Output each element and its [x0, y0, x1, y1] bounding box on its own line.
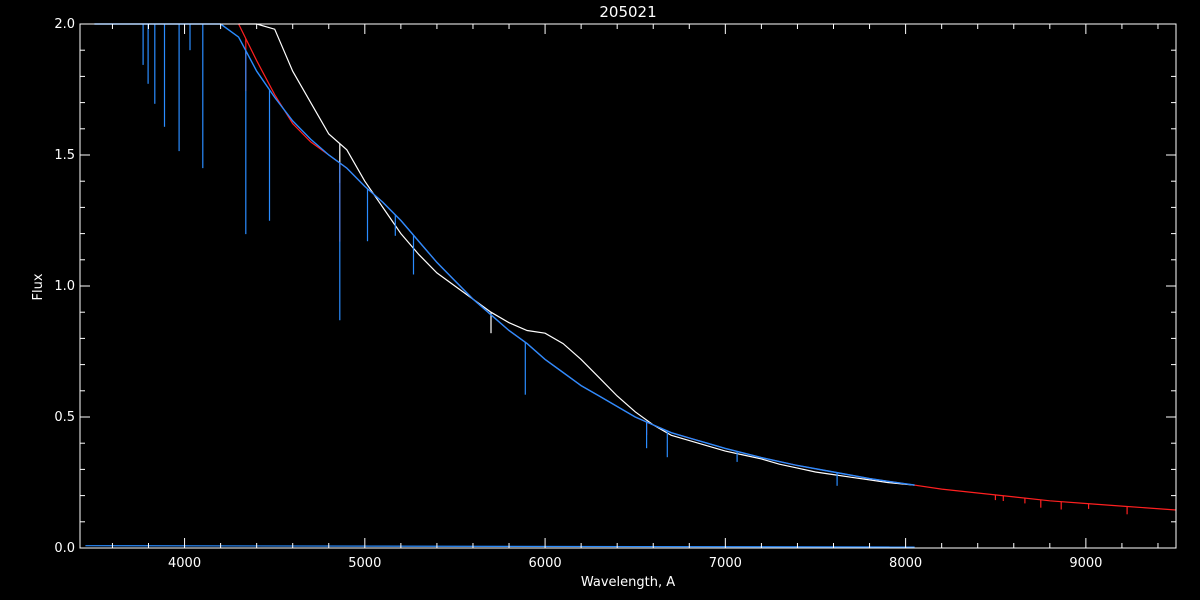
x-axis-label: Wavelength, A	[581, 575, 675, 590]
x-tick-label: 4000	[168, 556, 201, 571]
y-tick-label: 1.5	[54, 148, 75, 163]
x-tick-label: 5000	[348, 556, 381, 571]
x-tick-label: 9000	[1069, 556, 1102, 571]
y-tick-label: 2.0	[54, 17, 75, 32]
y-tick-label: 0.5	[54, 410, 75, 425]
x-tick-label: 7000	[709, 556, 742, 571]
x-tick-label: 8000	[889, 556, 922, 571]
x-tick-label: 6000	[529, 556, 562, 571]
y-tick-label: 0.0	[54, 541, 75, 556]
chart-title: 205021	[599, 3, 656, 21]
y-tick-label: 1.0	[54, 279, 75, 294]
spectrum-chart: 4000 5000 6000 7000 8000 90000.00.51.01.52.0 …	[0, 0, 1200, 600]
chart-background	[0, 0, 1200, 600]
y-axis-label: Flux	[31, 273, 46, 300]
